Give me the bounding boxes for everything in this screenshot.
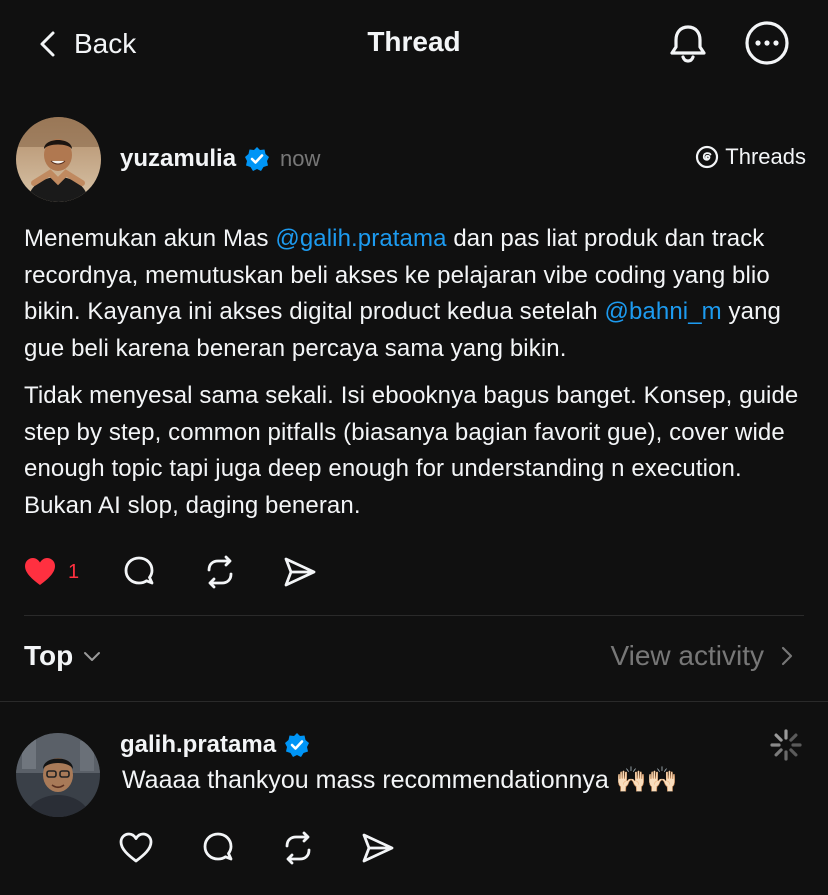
reply-comment-button[interactable] bbox=[200, 830, 236, 866]
send-icon bbox=[284, 557, 316, 587]
post-text-segment: Menemukan akun Mas bbox=[24, 225, 276, 252]
avatar-image bbox=[16, 733, 100, 817]
verified-badge-icon bbox=[285, 733, 310, 757]
sort-label: Top bbox=[24, 640, 74, 671]
share-button[interactable] bbox=[282, 554, 318, 590]
post-paragraph-2: Tidak menyesal sama sekali. Isi ebooknya… bbox=[24, 382, 799, 519]
reply-repost-button[interactable] bbox=[280, 830, 316, 866]
view-activity-link[interactable]: View activity bbox=[610, 640, 796, 672]
threads-label: Threads bbox=[725, 144, 806, 169]
mention-link[interactable]: @galih.pratama bbox=[275, 225, 446, 252]
mention-link[interactable]: @bahni_m bbox=[605, 298, 722, 325]
notifications-button[interactable] bbox=[665, 20, 711, 66]
reply-actions bbox=[118, 826, 396, 870]
repost-button[interactable] bbox=[202, 554, 238, 590]
reply-like-button[interactable] bbox=[118, 830, 154, 866]
heart-icon bbox=[119, 832, 153, 863]
repost-icon bbox=[207, 555, 233, 589]
post-paragraph-1: Menemukan akun Mas @galih.pratama dan pa… bbox=[24, 221, 814, 367]
author-row: yuzamulia now bbox=[120, 142, 320, 176]
chevron-down-icon bbox=[84, 652, 101, 661]
repost-icon bbox=[285, 831, 311, 865]
chevron-right-icon bbox=[781, 646, 793, 666]
like-button[interactable]: 1 bbox=[22, 554, 79, 590]
heart-icon bbox=[25, 558, 55, 585]
author-name[interactable]: yuzamulia bbox=[120, 145, 236, 173]
post-actions: 1 bbox=[22, 550, 318, 594]
comment-bubble-icon bbox=[203, 832, 233, 861]
ellipsis-circle-icon bbox=[745, 21, 789, 65]
post-divider bbox=[24, 615, 804, 616]
reply-text: Waaaa thankyou mass recommendationnya 🙌🏻… bbox=[122, 766, 679, 794]
more-options-button[interactable] bbox=[744, 20, 790, 66]
avatar-image bbox=[16, 117, 101, 202]
reply-author-row: galih.pratama bbox=[120, 728, 310, 762]
reply-author-avatar[interactable] bbox=[16, 733, 100, 817]
post-timestamp: now bbox=[280, 146, 321, 171]
section-divider bbox=[0, 701, 828, 702]
threads-app-link[interactable]: Threads bbox=[695, 144, 806, 170]
reply-author-name[interactable]: galih.pratama bbox=[120, 731, 276, 759]
view-activity-label: View activity bbox=[610, 640, 764, 671]
comment-button[interactable] bbox=[121, 554, 157, 590]
top-bar: Back Thread bbox=[0, 0, 828, 88]
verified-badge-icon bbox=[245, 147, 270, 171]
reply-share-button[interactable] bbox=[360, 830, 396, 866]
loading-spinner-icon bbox=[770, 729, 802, 761]
send-icon bbox=[362, 833, 394, 863]
bell-icon bbox=[670, 25, 706, 63]
post-body: Menemukan akun Mas @galih.pratama dan pa… bbox=[24, 221, 814, 535]
threads-logo-icon bbox=[696, 145, 719, 169]
comment-bubble-icon bbox=[124, 556, 154, 585]
sort-dropdown[interactable]: Top bbox=[24, 640, 103, 672]
author-avatar[interactable] bbox=[16, 117, 101, 202]
like-count: 1 bbox=[68, 560, 80, 583]
